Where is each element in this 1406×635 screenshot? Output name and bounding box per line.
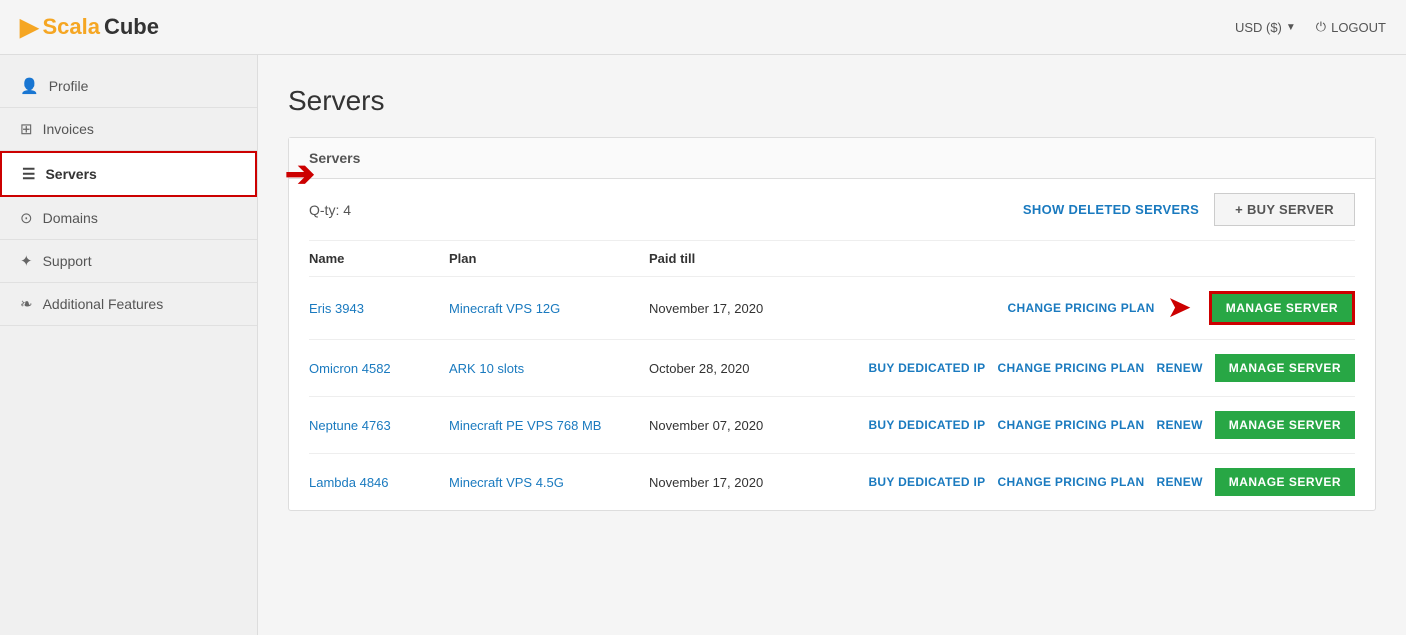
server-paid-till: October 28, 2020 <box>649 340 829 397</box>
chevron-down-icon: ▼ <box>1286 22 1296 33</box>
servers-icon: ☰ <box>22 165 35 183</box>
change-pricing-plan-button[interactable]: CHANGE PRICING PLAN <box>997 418 1144 432</box>
action-cell: BUY DEDICATED IP CHANGE PRICING PLAN RENEW… <box>829 468 1355 496</box>
manage-server-button[interactable]: MANAGE SERVER <box>1215 354 1355 382</box>
sidebar: 👤 Profile ⊞ Invoices ☰ Servers ➔ ⊙ Domai… <box>0 55 258 635</box>
sidebar-item-label: Servers <box>45 166 96 182</box>
buy-server-button[interactable]: + BUY SERVER <box>1214 193 1355 226</box>
manage-server-button[interactable]: MANAGE SERVER <box>1215 411 1355 439</box>
sidebar-item-support[interactable]: ✦ Support <box>0 240 257 283</box>
server-name-link[interactable]: Eris 3943 <box>309 301 364 316</box>
logo-icon: ▶ <box>20 13 38 42</box>
card-body: Q-ty: 4 SHOW DELETED SERVERS + BUY SERVE… <box>289 179 1375 510</box>
col-header-paid-till: Paid till <box>649 241 829 277</box>
sidebar-item-label: Profile <box>49 78 89 94</box>
logout-label: LOGOUT <box>1331 20 1386 35</box>
logo: ▶ ScalaCube <box>20 13 159 42</box>
toolbar-right: SHOW DELETED SERVERS + BUY SERVER <box>1023 193 1355 226</box>
sidebar-item-label: Additional Features <box>43 296 164 312</box>
header: ▶ ScalaCube USD ($) ▼ ⏻ LOGOUT <box>0 0 1406 55</box>
buy-dedicated-ip-button[interactable]: BUY DEDICATED IP <box>868 418 985 432</box>
table-row: Neptune 4763 Minecraft PE VPS 768 MB Novem… <box>309 397 1355 454</box>
col-header-actions <box>829 241 1355 277</box>
currency-selector[interactable]: USD ($) ▼ <box>1235 20 1296 35</box>
table-row: Eris 3943 Minecraft VPS 12G November 17, 2… <box>309 277 1355 340</box>
logo-cube: Cube <box>104 14 159 40</box>
sidebar-item-label: Invoices <box>43 121 94 137</box>
sidebar-item-profile[interactable]: 👤 Profile <box>0 65 257 108</box>
layout: 👤 Profile ⊞ Invoices ☰ Servers ➔ ⊙ Domai… <box>0 55 1406 635</box>
server-plan-link[interactable]: Minecraft VPS 12G <box>449 301 560 316</box>
buy-dedicated-ip-button[interactable]: BUY DEDICATED IP <box>868 361 985 375</box>
action-cell: BUY DEDICATED IP CHANGE PRICING PLAN RENEW… <box>829 354 1355 382</box>
sidebar-item-label: Support <box>43 253 92 269</box>
server-name-link[interactable]: Lambda 4846 <box>309 475 389 490</box>
renew-button[interactable]: RENEW <box>1157 475 1203 489</box>
action-cell: BUY DEDICATED IP CHANGE PRICING PLAN RENEW… <box>829 411 1355 439</box>
renew-button[interactable]: RENEW <box>1157 418 1203 432</box>
logout-icon: ⏻ <box>1316 19 1326 35</box>
logout-button[interactable]: ⏻ LOGOUT <box>1316 19 1386 35</box>
server-name-link[interactable]: Neptune 4763 <box>309 418 391 433</box>
sidebar-item-domains[interactable]: ⊙ Domains <box>0 197 257 240</box>
manage-server-button[interactable]: MANAGE SERVER <box>1209 291 1355 325</box>
change-pricing-plan-button[interactable]: CHANGE PRICING PLAN <box>997 361 1144 375</box>
server-plan-link[interactable]: Minecraft PE VPS 768 MB <box>449 418 601 433</box>
server-paid-till: November 17, 2020 <box>649 454 829 511</box>
manage-server-button[interactable]: MANAGE SERVER <box>1215 468 1355 496</box>
server-plan-link[interactable]: Minecraft VPS 4.5G <box>449 475 564 490</box>
server-paid-till: November 17, 2020 <box>649 277 829 340</box>
support-icon: ✦ <box>20 252 33 270</box>
sidebar-item-additional-features[interactable]: ❧ Additional Features <box>0 283 257 326</box>
sidebar-item-servers[interactable]: ☰ Servers ➔ <box>0 151 257 197</box>
buy-dedicated-ip-button[interactable]: BUY DEDICATED IP <box>868 475 985 489</box>
servers-card: Servers Q-ty: 4 SHOW DELETED SERVERS + B… <box>288 137 1376 511</box>
servers-table: Name Plan Paid till Eris 3943 Minecraft V… <box>309 240 1355 510</box>
toolbar: Q-ty: 4 SHOW DELETED SERVERS + BUY SERVE… <box>309 179 1355 240</box>
additional-features-icon: ❧ <box>20 295 33 313</box>
table-row: Omicron 4582 ARK 10 slots October 28, 2020… <box>309 340 1355 397</box>
quantity-label: Q-ty: 4 <box>309 202 351 218</box>
renew-button[interactable]: RENEW <box>1157 361 1203 375</box>
table-row: Lambda 4846 Minecraft VPS 4.5G November 17… <box>309 454 1355 511</box>
action-cell: CHANGE PRICING PLAN ➤ MANAGE SERVER <box>829 291 1355 325</box>
sidebar-item-label: Domains <box>43 210 98 226</box>
change-pricing-plan-button[interactable]: CHANGE PRICING PLAN <box>1008 301 1155 315</box>
server-paid-till: November 07, 2020 <box>649 397 829 454</box>
currency-label: USD ($) <box>1235 20 1282 35</box>
change-pricing-plan-button[interactable]: CHANGE PRICING PLAN <box>997 475 1144 489</box>
server-name-link[interactable]: Omicron 4582 <box>309 361 391 376</box>
sidebar-item-invoices[interactable]: ⊞ Invoices <box>0 108 257 151</box>
manage-server-arrow-annotation: ➤ <box>1167 293 1192 323</box>
domains-icon: ⊙ <box>20 209 33 227</box>
page-title: Servers <box>288 85 1376 117</box>
header-right: USD ($) ▼ ⏻ LOGOUT <box>1235 19 1386 35</box>
server-plan-link[interactable]: ARK 10 slots <box>449 361 524 376</box>
logo-scala: Scala <box>42 14 100 40</box>
main-content: Servers Servers Q-ty: 4 SHOW DELETED SER… <box>258 55 1406 635</box>
profile-icon: 👤 <box>20 77 39 95</box>
col-header-plan: Plan <box>449 241 649 277</box>
invoices-icon: ⊞ <box>20 120 33 138</box>
card-header: Servers <box>289 138 1375 179</box>
show-deleted-button[interactable]: SHOW DELETED SERVERS <box>1023 202 1199 217</box>
col-header-name: Name <box>309 241 449 277</box>
